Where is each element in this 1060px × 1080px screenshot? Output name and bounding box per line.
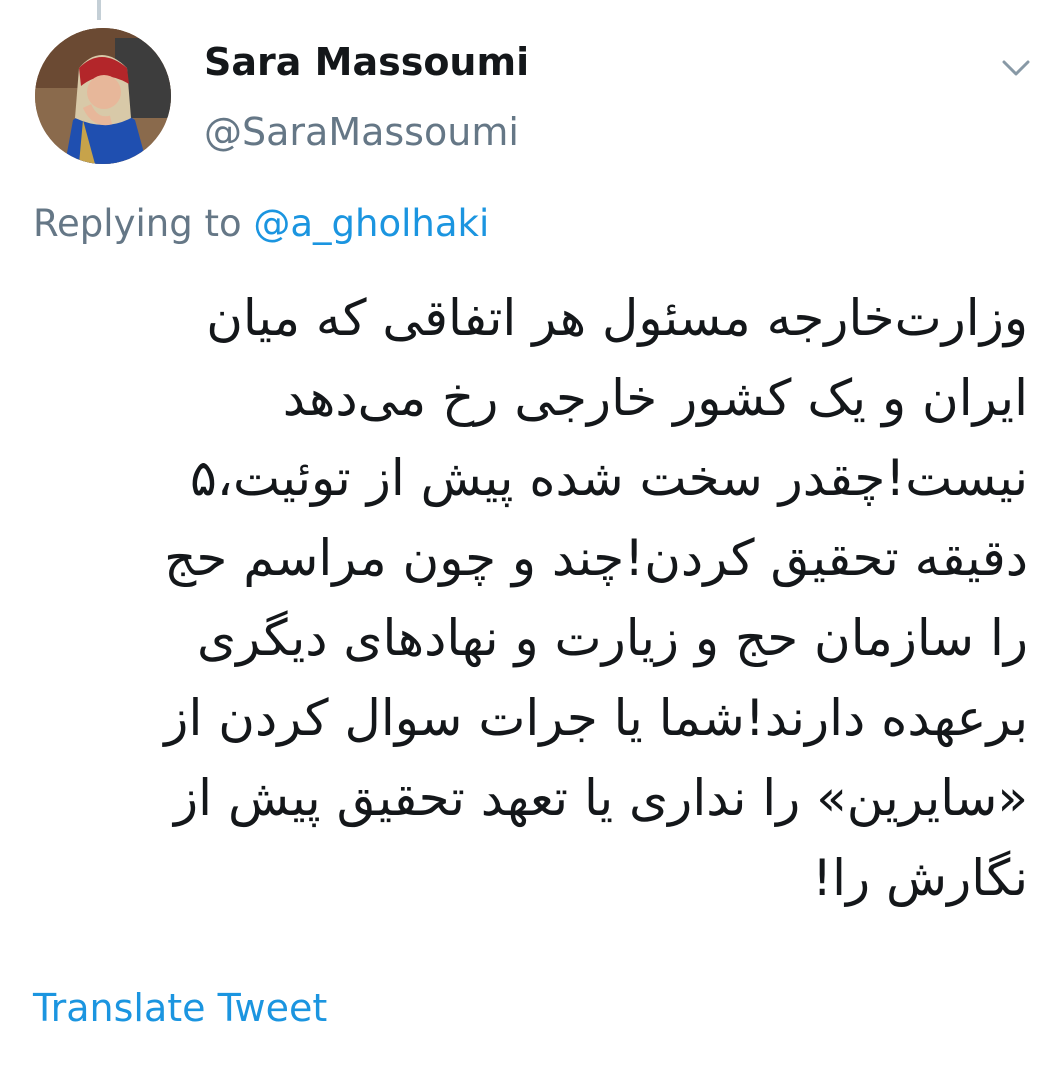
tweet-text-line: دقیقه تحقیق کردن!چند و چون مراسم حج bbox=[164, 529, 1028, 587]
author-handle[interactable]: @SaraMassoumi bbox=[204, 110, 519, 154]
tweet-text-line: نیست!چقدر سخت شده پیش از توئیت،۵ bbox=[189, 449, 1028, 507]
replying-to-label: Replying to bbox=[33, 202, 242, 245]
tweet-text-line: ایران و یک کشور خارجی رخ می‌دهد bbox=[282, 369, 1028, 427]
tweet-text-line: را سازمان حج و زیارت و نهادهای دیگری bbox=[196, 609, 1028, 667]
tweet-text: وزارت‌خارجه مسئول هر اتفاقی که میان ایرا… bbox=[28, 278, 1028, 918]
tweet-text-line: برعهده دارند!شما یا جرات سوال کردن از bbox=[164, 689, 1028, 747]
reply-mention-link[interactable]: @a_gholhaki bbox=[253, 202, 489, 245]
author-display-name[interactable]: Sara Massoumi bbox=[204, 40, 529, 84]
chevron-down-icon[interactable] bbox=[998, 54, 1034, 82]
tweet-text-line: نگارش را! bbox=[812, 849, 1028, 907]
user-avatar[interactable] bbox=[35, 28, 171, 164]
replying-to: Replying to @a_gholhaki bbox=[33, 202, 489, 245]
avatar-photo-icon bbox=[35, 28, 171, 164]
tweet-text-line: «سایرین» را نداری یا تعهد تحقیق پیش از bbox=[174, 769, 1028, 827]
thread-connector-line bbox=[97, 0, 101, 20]
tweet-text-line: وزارت‌خارجه مسئول هر اتفاقی که میان bbox=[206, 289, 1028, 347]
translate-tweet-link[interactable]: Translate Tweet bbox=[33, 986, 327, 1030]
